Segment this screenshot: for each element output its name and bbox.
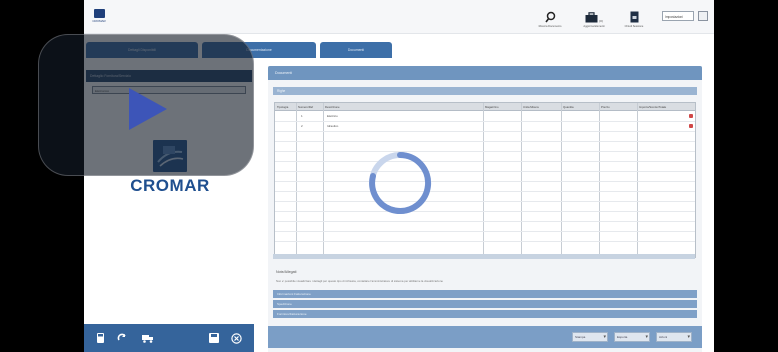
row-number: 1 xyxy=(301,114,303,118)
row-divider xyxy=(275,161,695,162)
search-action-label: Ricerca Documento xyxy=(538,25,562,28)
loading-spinner-icon xyxy=(369,151,432,214)
billing-info-section[interactable]: Informazioni Fatturazione xyxy=(273,290,697,298)
brand-name: CROMAR xyxy=(130,176,210,195)
column-header[interactable]: Prezzo xyxy=(600,103,636,111)
left-toolbar xyxy=(84,324,254,352)
logo-mark-icon xyxy=(93,9,105,18)
supplier-section[interactable]: Fornitore/Fatturazione xyxy=(273,310,697,318)
logo-text: CROMAR xyxy=(92,19,106,23)
column-header[interactable]: Importo/Sconto/Totale xyxy=(638,103,694,111)
row-divider xyxy=(275,201,695,202)
column-header[interactable]: Quantita xyxy=(562,103,598,111)
main-footer: Stampa Esporta Azioni xyxy=(268,326,702,348)
rows-table: Tipologia Numero/Ref Descrizione Magazzi… xyxy=(274,102,696,259)
row-divider xyxy=(275,221,695,222)
row-divider xyxy=(275,191,695,192)
language-select[interactable]: Impostazioni xyxy=(662,11,694,21)
close-session-label: Chiudi Sessione xyxy=(624,25,644,28)
row-number: 2 xyxy=(301,124,303,128)
rows-section-title[interactable]: Righe xyxy=(273,87,697,95)
export-select[interactable]: Esporta xyxy=(614,332,650,342)
row-divider xyxy=(275,151,695,152)
print-select[interactable]: Stampa xyxy=(572,332,608,342)
play-icon[interactable] xyxy=(126,85,170,133)
update-items-label: Aggiorna Elementi xyxy=(583,25,605,28)
shipping-section[interactable]: Spedizione xyxy=(273,300,697,308)
actions-select[interactable]: Azioni xyxy=(656,332,692,342)
top-bar: CROMAR Ricerca Documento (0) Aggiorna El… xyxy=(84,0,714,34)
row-divider xyxy=(275,241,695,242)
row-divider xyxy=(275,121,695,122)
notes-text: Non e' possibile visualizzare i dettagli… xyxy=(276,279,443,283)
truck-icon[interactable] xyxy=(142,332,154,344)
save-icon[interactable] xyxy=(208,332,220,344)
column-header[interactable]: Numero/Ref xyxy=(297,103,323,111)
refresh-icon[interactable] xyxy=(116,332,128,344)
app-logo[interactable]: CROMAR xyxy=(91,9,107,25)
close-icon[interactable] xyxy=(230,332,242,344)
notes-label: Note/Allegati xyxy=(276,270,297,274)
delete-row-icon[interactable] xyxy=(689,114,693,118)
column-header[interactable]: Tipologia xyxy=(276,103,296,111)
search-action[interactable]: Ricerca Documento xyxy=(532,10,568,28)
tab-documenti[interactable]: Documenti xyxy=(320,42,392,58)
language-toggle-button[interactable] xyxy=(698,11,708,21)
column-header[interactable]: Magazzino xyxy=(484,103,520,111)
briefcase-icon xyxy=(585,12,598,23)
row-description: Idraulico xyxy=(327,124,339,128)
items-count: (0) xyxy=(599,19,603,23)
column-header[interactable]: Descrizione xyxy=(324,103,482,111)
table-scrollbar[interactable] xyxy=(273,254,695,259)
main-panel: Documenti Righe Tipologia Numero/Ref Des… xyxy=(268,66,702,352)
row-divider xyxy=(275,231,695,232)
row-divider xyxy=(275,181,695,182)
row-divider xyxy=(275,141,695,142)
table-header: Tipologia Numero/Ref Descrizione Magazzi… xyxy=(275,103,695,111)
delete-row-icon[interactable] xyxy=(689,124,693,128)
document-icon xyxy=(630,11,638,23)
main-panel-title: Documenti xyxy=(268,66,702,80)
row-divider xyxy=(275,211,695,212)
close-session-action[interactable]: Chiudi Sessione xyxy=(616,10,652,28)
column-header[interactable]: Unita Misura xyxy=(522,103,560,111)
row-description: Elettrico xyxy=(327,114,338,118)
search-icon xyxy=(544,11,555,23)
calculator-icon[interactable] xyxy=(94,332,106,344)
update-items-action[interactable]: (0) Aggiorna Elementi xyxy=(576,10,612,28)
row-divider xyxy=(275,171,695,172)
row-divider xyxy=(275,131,695,132)
